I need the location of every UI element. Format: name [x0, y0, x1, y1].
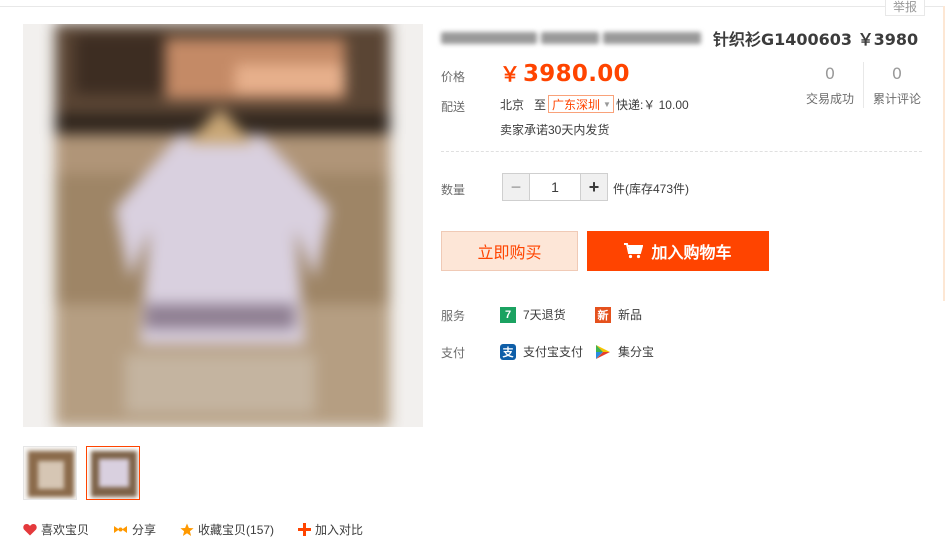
price-label: 价格	[441, 70, 466, 84]
favorite-label: 收藏宝贝(157)	[198, 523, 275, 537]
cart-icon	[624, 243, 644, 259]
destination-value: 广东深圳	[552, 97, 601, 112]
sales-count: 0	[824, 64, 836, 83]
jifenbao-icon	[595, 344, 611, 360]
share-label: 分享	[132, 523, 157, 537]
thumbnail-strip	[23, 446, 140, 500]
quantity-increase-button[interactable]: +	[581, 174, 607, 200]
destination-select[interactable]: 广东深圳 ▼	[548, 95, 614, 113]
product-title: 针织衫G1400603 ￥3980	[713, 30, 919, 49]
social-actions: 喜欢宝贝 分享 收藏宝贝(157) 加入对比	[23, 521, 387, 538]
chevron-down-icon: ▼	[603, 99, 611, 109]
new-item-icon: 新	[595, 306, 611, 323]
top-divider	[0, 6, 945, 7]
share-icon	[114, 526, 128, 533]
shipping-promise: 卖家承诺30天内发货	[500, 123, 610, 137]
currency-symbol: ￥	[500, 62, 520, 86]
payment-text: 集分宝	[618, 345, 655, 359]
product-photo	[55, 24, 390, 427]
sales-label: 交易成功	[805, 92, 854, 106]
ship-to-word: 至	[534, 97, 547, 112]
payment-text: 支付宝支付	[523, 345, 584, 359]
payment-alipay[interactable]: 支 支付宝支付	[500, 343, 583, 360]
stat-divider	[863, 62, 864, 108]
add-to-cart-label: 加入购物车	[651, 245, 732, 262]
compare-button[interactable]: 加入对比	[298, 521, 363, 538]
service-seven-day-return[interactable]: 7 7天退货	[500, 306, 566, 323]
buy-now-button[interactable]: 立即购买	[441, 231, 578, 271]
ship-from: 北京	[500, 97, 525, 112]
plus-icon	[298, 523, 312, 536]
like-button[interactable]: 喜欢宝贝	[23, 521, 89, 538]
share-button[interactable]: 分享	[113, 521, 156, 538]
quantity-stepper: − 1 +	[502, 173, 608, 201]
price-value: ￥ 3980.00	[500, 58, 630, 87]
star-icon	[180, 523, 194, 536]
main-product-image[interactable]	[23, 24, 423, 427]
title-redacted-blur	[441, 30, 709, 46]
favorite-button[interactable]: 收藏宝贝(157)	[180, 521, 274, 538]
thumbnail-2[interactable]	[86, 446, 140, 500]
payment-label: 支付	[441, 346, 466, 360]
like-label: 喜欢宝贝	[41, 523, 90, 537]
shipping-label: 配送	[441, 100, 466, 114]
stat-reviews[interactable]: 0 累计评论	[869, 63, 925, 107]
compare-label: 加入对比	[315, 523, 364, 537]
stock-info: 件(库存473件)	[613, 182, 690, 196]
heart-icon	[23, 524, 37, 536]
quantity-decrease-button[interactable]: −	[503, 174, 529, 200]
add-to-cart-button[interactable]: 加入购物车	[587, 231, 769, 271]
price-number: 3980.00	[523, 61, 630, 87]
quantity-input[interactable]: 1	[529, 174, 581, 200]
seven-day-return-icon: 7	[500, 306, 516, 323]
section-divider	[441, 151, 922, 152]
quantity-label: 数量	[441, 183, 466, 197]
alipay-icon: 支	[500, 343, 516, 360]
report-link[interactable]: 举报	[885, 0, 925, 16]
services-label: 服务	[441, 309, 466, 323]
stat-sales: 0 交易成功	[800, 63, 860, 107]
service-label: 新品	[618, 308, 643, 322]
service-new-item[interactable]: 新 新品	[595, 306, 642, 323]
thumbnail-1[interactable]	[23, 446, 77, 500]
review-label: 累计评论	[872, 92, 921, 106]
shipping-info: 北京 至 广东深圳 ▼ 快递:￥ 10.00	[500, 95, 689, 113]
review-count: 0	[891, 64, 903, 83]
express-fee: 快递:￥ 10.00	[615, 97, 689, 112]
service-label: 7天退货	[523, 308, 566, 322]
payment-jifenbao[interactable]: 集分宝	[595, 343, 654, 360]
